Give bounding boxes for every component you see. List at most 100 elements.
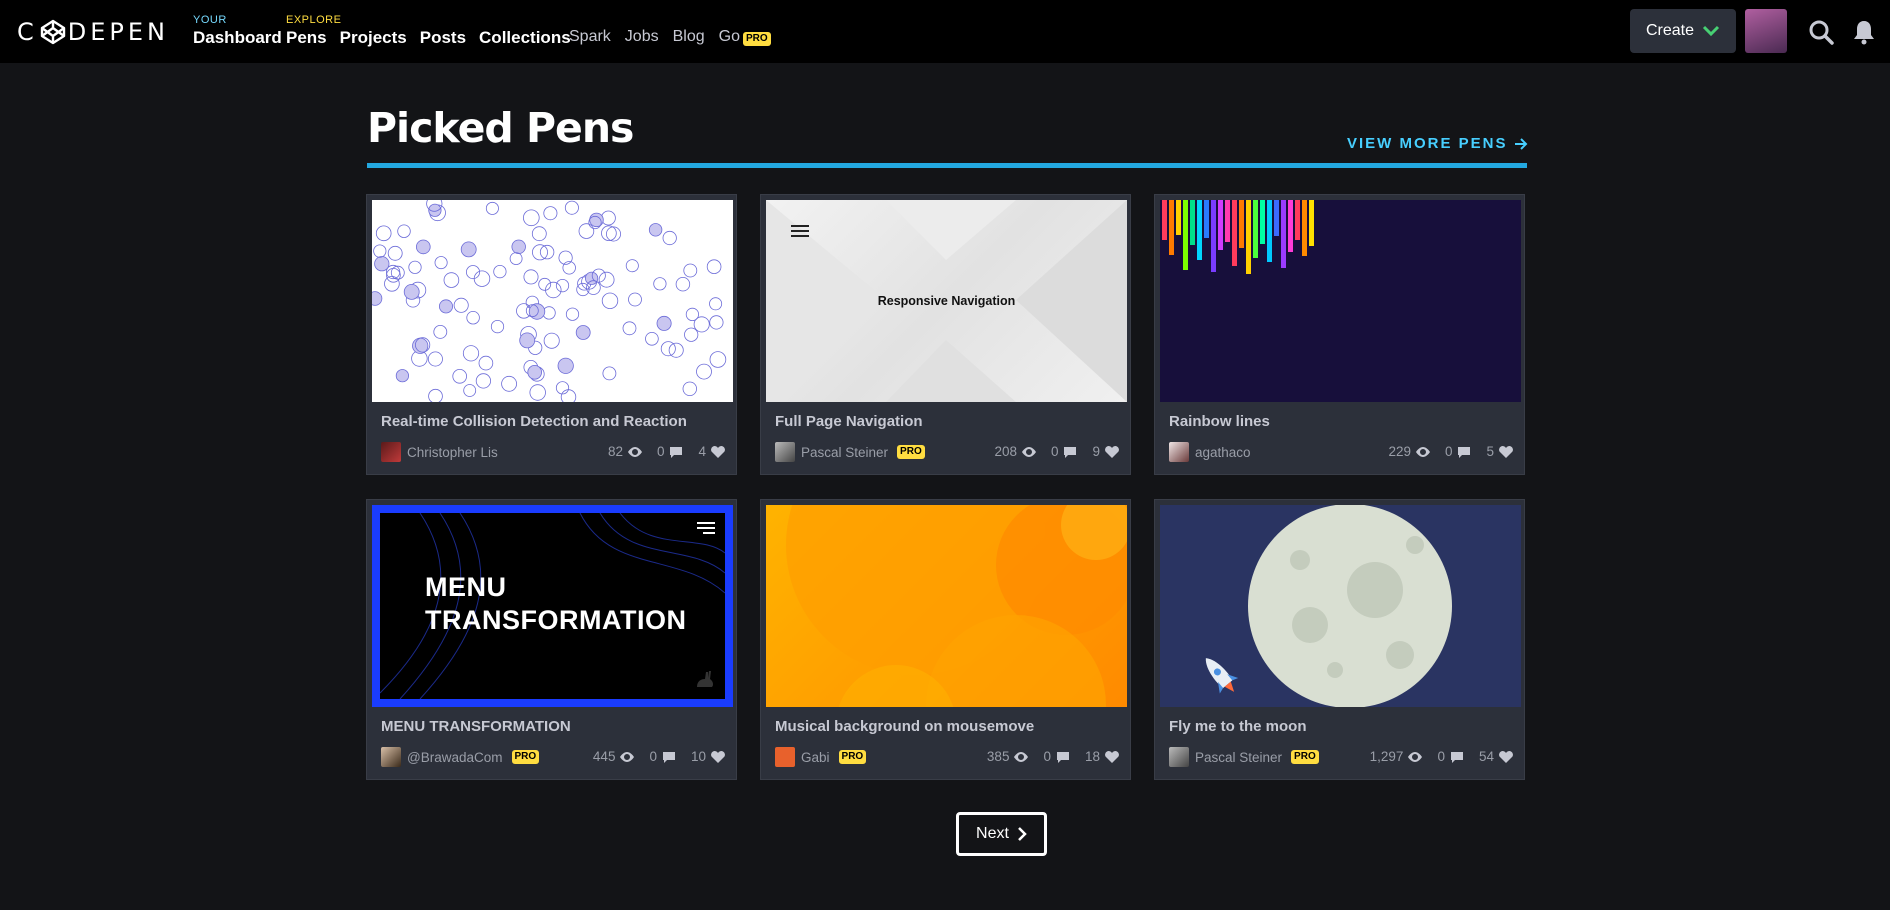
nav-dashboard-link[interactable]: Dashboard [193, 26, 282, 50]
pen-author[interactable]: @BrawadaCom PRO [381, 747, 540, 767]
view-more-pens-link[interactable]: VIEW MORE PENS [1347, 135, 1528, 152]
pen-card[interactable]: Musical background on mousemove Gabi PRO… [760, 499, 1131, 780]
rainbow-drip [1183, 200, 1188, 270]
search-icon[interactable] [1808, 19, 1834, 45]
pen-stats: 445 0 10 [583, 749, 726, 764]
bubble-circle [645, 332, 659, 346]
pen-author[interactable]: Pascal Steiner PRO [775, 442, 925, 462]
secondary-nav: Spark Jobs Blog Go PRO [569, 28, 771, 46]
pen-preview-full-page-navigation[interactable]: Responsive Navigation [766, 200, 1127, 402]
pen-preview-rainbow-lines[interactable] [1160, 200, 1521, 402]
likes-count: 54 [1478, 749, 1494, 764]
pen-card[interactable]: Rainbow lines agathaco 229 0 5 [1154, 194, 1525, 475]
heart-icon[interactable] [710, 445, 726, 458]
rainbow-drip [1176, 200, 1181, 235]
pen-author[interactable]: Gabi PRO [775, 747, 867, 767]
bubble-circle [427, 351, 443, 367]
rainbow-drip [1162, 200, 1167, 240]
chevron-down-icon [1702, 25, 1720, 37]
heart-icon[interactable] [1498, 750, 1514, 763]
comment-icon[interactable] [1055, 751, 1071, 763]
likes-count: 9 [1092, 444, 1100, 459]
rainbow-drip [1309, 200, 1314, 246]
nav-projects-link[interactable]: Projects [340, 26, 407, 50]
comment-icon[interactable] [661, 751, 677, 763]
create-button[interactable]: Create [1630, 9, 1736, 53]
pen-preview-fly-me-to-the-moon[interactable] [1160, 505, 1521, 707]
heart-icon[interactable] [1104, 445, 1120, 458]
heart-icon[interactable] [1104, 750, 1120, 763]
pen-preview-musical-background[interactable] [766, 505, 1127, 707]
bubble-circle [527, 365, 543, 380]
bell-icon[interactable] [1852, 19, 1876, 45]
pen-title[interactable]: Fly me to the moon [1169, 718, 1307, 735]
pen-preview-collision[interactable] [372, 200, 733, 402]
pen-card[interactable]: Real-time Collision Detection and Reacti… [366, 194, 737, 475]
next-page-button[interactable]: Next [956, 812, 1047, 856]
nav-spark-link[interactable]: Spark [569, 28, 611, 46]
your-nav-group: YOUR Dashboard [193, 14, 282, 50]
pen-title[interactable]: Full Page Navigation [775, 413, 923, 430]
pen-stats: 1,297 0 54 [1360, 749, 1514, 764]
eye-icon [1408, 751, 1423, 762]
rainbow-drip [1169, 200, 1174, 255]
heart-icon[interactable] [710, 750, 726, 763]
rainbow-drip [1260, 200, 1265, 244]
chevron-right-icon [1018, 827, 1027, 841]
clouds-illustration [786, 505, 1127, 707]
pen-title[interactable]: Real-time Collision Detection and Reacti… [381, 413, 687, 430]
pen-card[interactable]: MENU TRANSFORMATION MENU TRANSFORMATION … [366, 499, 737, 780]
pen-author[interactable]: agathaco [1169, 442, 1251, 462]
bubble-circle [453, 297, 469, 313]
author-avatar [1169, 747, 1189, 767]
title-divider [367, 163, 1527, 168]
pen-title[interactable]: Rainbow lines [1169, 413, 1270, 430]
rainbow-drip [1281, 200, 1286, 268]
codepen-logo[interactable]: C DEPEN [17, 18, 169, 46]
bubble-circle [564, 200, 579, 215]
likes-count: 10 [690, 749, 706, 764]
top-nav-bar: C DEPEN YOUR Dashboard EXPLORE Pens Proj… [0, 0, 1890, 63]
pen-card[interactable]: Fly me to the moon Pascal Steiner PRO 1,… [1154, 499, 1525, 780]
comment-icon[interactable] [1449, 751, 1465, 763]
pen-title[interactable]: MENU TRANSFORMATION [381, 718, 571, 735]
bubble-circle [545, 281, 562, 299]
rainbow-lines-illustration [1162, 200, 1314, 274]
comments-count: 0 [1444, 444, 1453, 459]
pen-author[interactable]: Christopher Lis [381, 442, 498, 462]
bubble-circle [684, 327, 699, 342]
codepen-cube-icon [40, 19, 65, 45]
likes-count: 5 [1486, 444, 1494, 459]
create-label: Create [1645, 22, 1695, 39]
nav-posts-link[interactable]: Posts [420, 26, 466, 50]
user-avatar[interactable] [1745, 9, 1787, 53]
rainbow-drip [1253, 200, 1258, 258]
nav-go-pro-link[interactable]: Go PRO [719, 28, 771, 46]
author-name: Pascal Steiner [801, 444, 889, 460]
bubble-circle [387, 245, 403, 261]
bubble-circle [415, 239, 431, 255]
bubble-circle [386, 268, 401, 283]
heart-icon[interactable] [1498, 445, 1514, 458]
nav-blog-link[interactable]: Blog [673, 28, 705, 46]
pen-preview-menu-transformation[interactable]: MENU TRANSFORMATION [372, 505, 733, 707]
pen-title[interactable]: Musical background on mousemove [775, 718, 1034, 735]
comment-icon[interactable] [1062, 446, 1078, 458]
pen-card[interactable]: Responsive Navigation Full Page Navigati… [760, 194, 1131, 475]
bubble-circle [460, 241, 477, 258]
bubble-circle [628, 292, 642, 307]
pen-author[interactable]: Pascal Steiner PRO [1169, 747, 1319, 767]
rabbit-icon [697, 671, 714, 687]
bubble-circle [656, 315, 672, 331]
pen-stats: 385 0 18 [977, 749, 1120, 764]
comment-icon[interactable] [668, 446, 684, 458]
nav-pens-link[interactable]: Pens [286, 26, 327, 50]
bubble-circle [493, 265, 507, 279]
comment-icon[interactable] [1456, 446, 1472, 458]
bubble-circle [622, 321, 637, 336]
menu-lines-icon [697, 522, 715, 534]
nav-collections-link[interactable]: Collections [479, 26, 571, 50]
explore-nav-group: EXPLORE Pens Projects Posts Collections [286, 14, 571, 50]
nav-jobs-link[interactable]: Jobs [625, 28, 659, 46]
view-more-label: VIEW MORE PENS [1347, 135, 1508, 152]
